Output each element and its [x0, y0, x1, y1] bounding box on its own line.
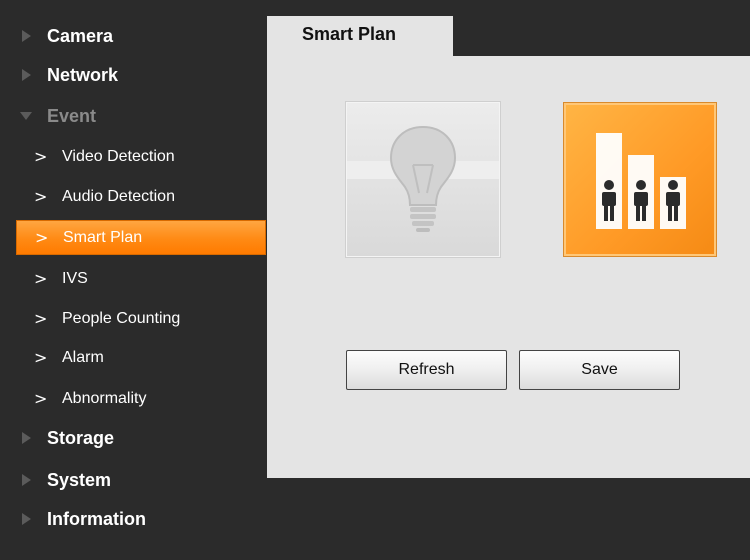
chevron-right-icon: >	[34, 389, 48, 408]
sidebar-subitem-video-detection[interactable]: > Video Detection	[0, 139, 266, 174]
sidebar-item-label: Network	[47, 64, 119, 85]
light-bulb-plan-card[interactable]	[346, 102, 500, 257]
sidebar-item-label: Camera	[47, 25, 114, 46]
collapsed-triangle-icon	[22, 432, 31, 444]
sidebar-subitem-label: IVS	[62, 269, 88, 287]
sidebar-subitem-label: Audio Detection	[62, 187, 175, 205]
sidebar-item-label: Event	[47, 105, 97, 126]
tab-smart-plan[interactable]: Smart Plan	[267, 16, 453, 56]
chevron-right-icon: >	[34, 309, 48, 328]
people-counting-plan-card[interactable]	[563, 102, 717, 257]
smart-plan-panel: Refresh Save	[267, 56, 750, 478]
save-button[interactable]: Save	[519, 350, 680, 390]
sidebar-item-camera[interactable]: Camera	[0, 18, 266, 54]
people-counting-icon	[596, 133, 686, 229]
sidebar-subitem-alarm[interactable]: > Alarm	[0, 340, 266, 375]
sidebar-subitem-label: Alarm	[62, 348, 104, 366]
sidebar-subitem-label: Abnormality	[62, 389, 147, 407]
sidebar-subitem-abnormality[interactable]: > Abnormality	[0, 381, 266, 416]
collapsed-triangle-icon	[22, 474, 31, 486]
sidebar-item-system[interactable]: System	[0, 462, 266, 498]
sidebar: Camera Network Event > Video Detection >…	[0, 0, 268, 560]
collapsed-triangle-icon	[22, 513, 31, 525]
collapsed-triangle-icon	[22, 69, 31, 81]
sidebar-item-event[interactable]: Event	[0, 98, 266, 134]
chevron-right-icon: >	[34, 348, 48, 367]
sidebar-subitem-audio-detection[interactable]: > Audio Detection	[0, 179, 266, 214]
sidebar-item-information[interactable]: Information	[0, 501, 266, 537]
sidebar-subitem-label: Video Detection	[62, 147, 175, 165]
sidebar-item-label: Storage	[47, 427, 115, 448]
sidebar-subitem-label: People Counting	[62, 309, 181, 327]
sidebar-item-storage[interactable]: Storage	[0, 420, 266, 456]
tab-bar: Smart Plan	[266, 14, 750, 56]
sidebar-subitem-label: Smart Plan	[63, 228, 143, 246]
refresh-button[interactable]: Refresh	[346, 350, 507, 390]
chevron-right-icon: >	[34, 187, 48, 206]
sidebar-item-label: Information	[47, 508, 146, 529]
expanded-triangle-icon	[20, 112, 32, 120]
collapsed-triangle-icon	[22, 30, 31, 42]
sidebar-subitem-ivs[interactable]: > IVS	[0, 261, 266, 296]
chevron-right-icon: >	[34, 269, 48, 288]
sidebar-item-network[interactable]: Network	[0, 57, 266, 93]
chevron-right-icon: >	[34, 147, 48, 166]
light-bulb-icon	[347, 125, 499, 232]
sidebar-subitem-people-counting[interactable]: > People Counting	[0, 301, 266, 336]
sidebar-subitem-smart-plan[interactable]: > Smart Plan	[16, 220, 266, 255]
sidebar-item-label: System	[47, 469, 112, 490]
chevron-right-icon: >	[35, 228, 49, 247]
